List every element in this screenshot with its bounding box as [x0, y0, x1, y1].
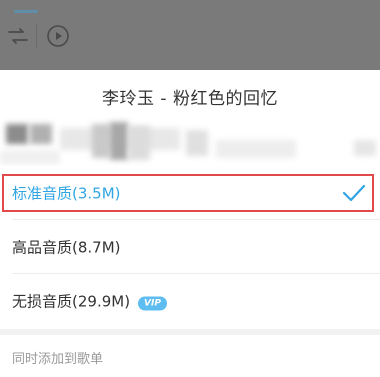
play-circle-icon[interactable]: [46, 24, 70, 48]
vip-badge: VIP: [138, 296, 167, 311]
shuffle-icon[interactable]: [6, 24, 30, 48]
song-title: 李玲玉 - 粉红色的回忆: [102, 89, 278, 109]
background-player-bar: [0, 0, 380, 70]
page: 李玲玉 - 粉红色的回忆 标准音质(3.5M) 高品音质(8.7M) 无损音质(…: [0, 0, 380, 377]
check-icon: [342, 184, 366, 202]
quality-option-label: 无损音质(29.9M): [12, 292, 131, 311]
quality-option-high[interactable]: 高品音质(8.7M): [0, 220, 380, 274]
quality-option-lossless[interactable]: 无损音质(29.9M) VIP: [0, 274, 380, 328]
quality-option-standard[interactable]: 标准音质(3.5M): [0, 166, 380, 220]
quality-option-label-wrap: 无损音质(29.9M) VIP: [12, 291, 167, 312]
toolbar-divider: [36, 24, 37, 48]
quality-option-label: 高品音质(8.7M): [12, 238, 121, 257]
add-to-playlist-option[interactable]: 同时添加到歌单: [12, 348, 103, 367]
tab-indicator: [14, 10, 38, 13]
blurred-content: [0, 116, 380, 166]
section-divider: [0, 329, 380, 335]
quality-option-label: 标准音质(3.5M): [12, 184, 121, 203]
download-quality-sheet: 李玲玉 - 粉红色的回忆 标准音质(3.5M) 高品音质(8.7M) 无损音质(…: [0, 70, 380, 377]
